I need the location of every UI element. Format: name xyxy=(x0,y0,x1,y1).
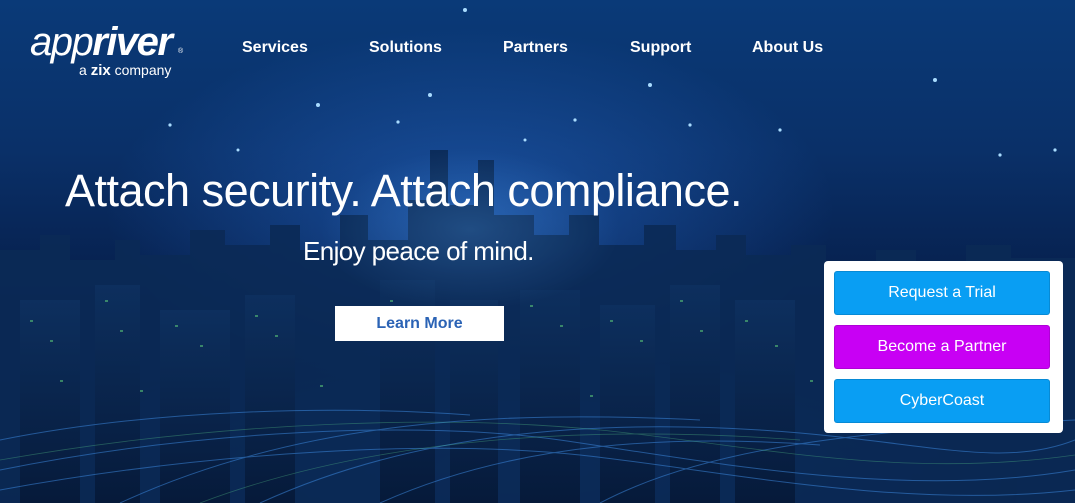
hero-subheadline: Enjoy peace of mind. xyxy=(303,236,534,266)
learn-more-button[interactable]: Learn More xyxy=(335,306,504,341)
request-trial-button[interactable]: Request a Trial xyxy=(834,271,1050,315)
nav-item-support[interactable]: Support xyxy=(630,38,691,58)
hero-headline: Attach security. Attach compliance. xyxy=(65,165,743,216)
nav-item-about-us[interactable]: About Us xyxy=(752,38,823,58)
cybercoast-button[interactable]: CyberCoast xyxy=(834,379,1050,423)
logo-wordmark: appriver xyxy=(30,20,173,64)
cta-panel: Request a Trial Become a Partner CyberCo… xyxy=(824,261,1063,433)
hero-section: appriver ® a zix company Services Soluti… xyxy=(0,0,1075,503)
registered-mark: ® xyxy=(178,48,184,55)
logo-tagline: a zix company xyxy=(79,62,172,79)
become-partner-button[interactable]: Become a Partner xyxy=(834,325,1050,369)
nav-item-solutions[interactable]: Solutions xyxy=(369,38,442,58)
nav-item-partners[interactable]: Partners xyxy=(503,38,568,58)
nav-item-services[interactable]: Services xyxy=(242,38,308,58)
appriver-logo[interactable]: appriver ® a zix company xyxy=(30,22,190,79)
